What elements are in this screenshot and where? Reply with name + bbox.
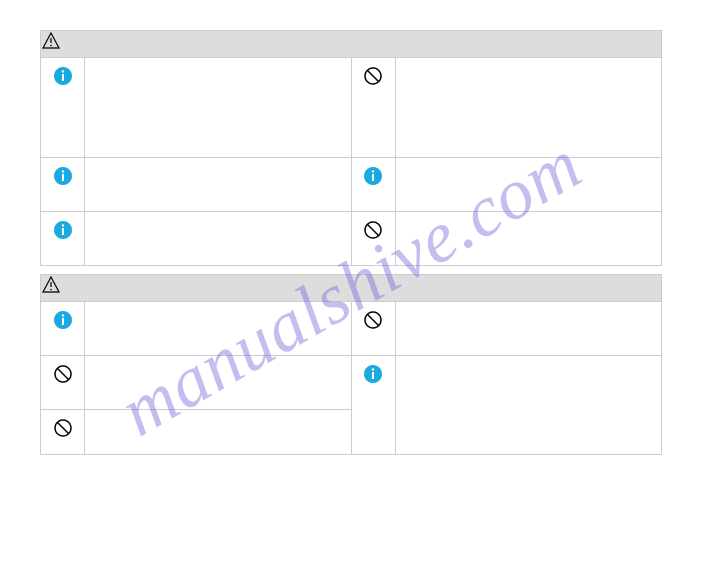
table-row	[41, 355, 351, 409]
icon-cell	[352, 302, 396, 355]
text-cell	[85, 302, 352, 355]
icon-cell	[41, 410, 85, 454]
info-icon	[53, 166, 73, 186]
icon-cell	[352, 212, 396, 265]
icon-cell	[41, 158, 85, 211]
icon-cell	[352, 158, 396, 211]
table-header	[41, 31, 661, 57]
prohibit-icon	[363, 310, 383, 330]
text-cell	[85, 356, 351, 409]
text-cell	[396, 302, 662, 355]
info-icon	[53, 220, 73, 240]
prohibit-icon	[53, 364, 73, 384]
info-icon	[53, 66, 73, 86]
warning-triangle-icon	[41, 275, 61, 295]
icon-cell	[41, 356, 85, 409]
icon-cell	[41, 58, 85, 157]
table-row	[41, 211, 661, 265]
table-row	[41, 157, 661, 211]
prohibit-icon	[363, 66, 383, 86]
text-cell	[85, 410, 351, 454]
icon-cell	[352, 356, 396, 454]
safety-table-1	[40, 30, 662, 266]
info-icon	[53, 310, 73, 330]
table-row	[41, 57, 661, 157]
text-cell	[85, 212, 352, 265]
text-cell	[396, 58, 662, 157]
text-cell	[396, 356, 662, 454]
prohibit-icon	[363, 220, 383, 240]
info-icon	[363, 166, 383, 186]
icon-cell	[352, 58, 396, 157]
icon-cell	[41, 212, 85, 265]
text-cell	[396, 212, 662, 265]
prohibit-icon	[53, 418, 73, 438]
text-cell	[85, 158, 352, 211]
text-cell	[396, 158, 662, 211]
safety-table-2	[40, 274, 662, 455]
table-row	[41, 301, 661, 355]
warning-triangle-icon	[41, 31, 61, 51]
table-header	[41, 275, 661, 301]
text-cell	[85, 58, 352, 157]
icon-cell	[41, 302, 85, 355]
table-row	[41, 409, 351, 454]
info-icon	[363, 364, 383, 384]
